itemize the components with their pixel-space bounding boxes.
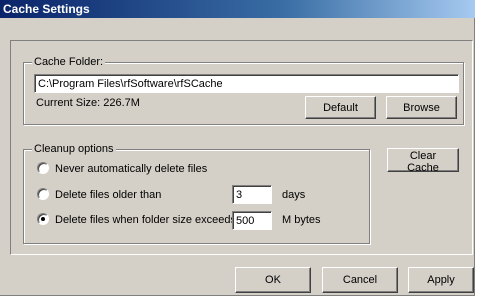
days-unit-label: days	[282, 189, 306, 201]
delete-size-radio[interactable]	[37, 213, 49, 225]
days-input[interactable]: 3	[232, 185, 272, 204]
size-unit-label: M bytes	[282, 214, 321, 226]
delete-size-label: Delete files when folder size exceeds	[55, 214, 236, 226]
browse-button[interactable]: Browse	[386, 96, 457, 119]
default-button[interactable]: Default	[305, 96, 376, 119]
never-delete-radio[interactable]	[37, 162, 49, 174]
clear-cache-button[interactable]: Clear Cache	[387, 148, 459, 174]
ok-button[interactable]: OK	[235, 267, 311, 293]
window-title: Cache Settings	[0, 0, 475, 18]
cache-settings-dialog: Cache Settings Cache Folder: C:\Program …	[0, 0, 475, 296]
apply-button[interactable]: Apply	[408, 267, 474, 293]
cleanup-options-legend: Cleanup options	[32, 143, 116, 156]
cancel-button[interactable]: Cancel	[322, 267, 398, 293]
delete-older-label: Delete files older than	[55, 189, 162, 201]
never-delete-option[interactable]: Never automatically delete files	[37, 162, 207, 176]
cache-folder-legend: Cache Folder:	[32, 56, 106, 69]
current-size-text: Current Size: 226.7M	[36, 97, 140, 109]
cache-folder-path-input[interactable]: C:\Program Files\rfSoftware\rfSCache	[34, 74, 459, 93]
delete-older-option[interactable]: Delete files older than	[37, 188, 161, 202]
delete-size-option[interactable]: Delete files when folder size exceeds	[37, 213, 236, 227]
delete-older-radio[interactable]	[37, 188, 49, 200]
never-delete-label: Never automatically delete files	[55, 163, 208, 175]
size-limit-input[interactable]: 500	[232, 211, 272, 230]
